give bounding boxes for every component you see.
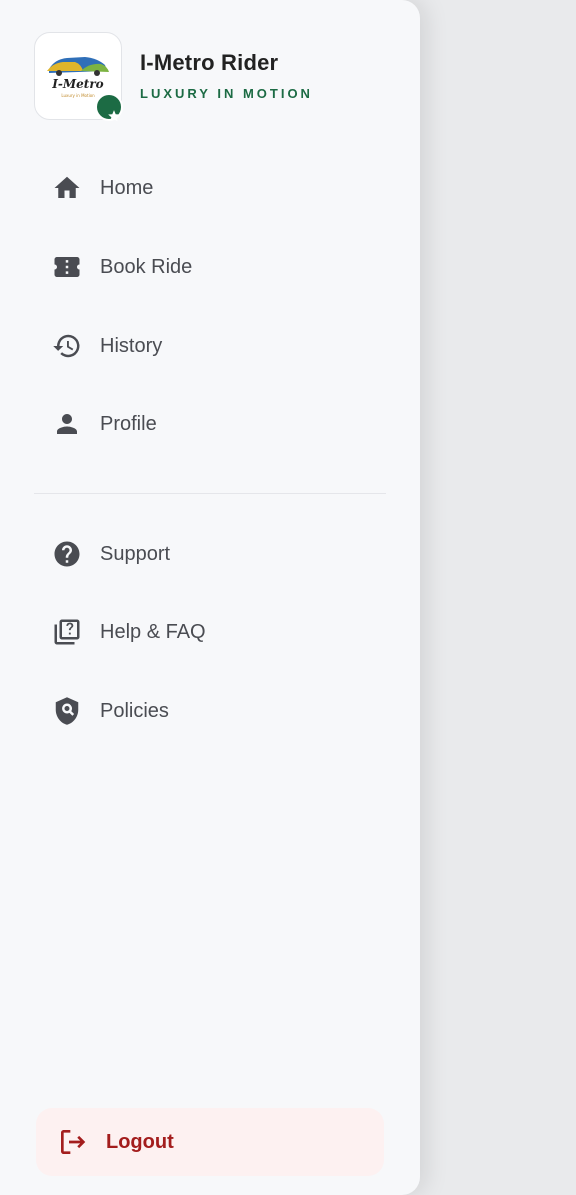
nav-item-history[interactable]: History xyxy=(50,326,162,366)
navigation-drawer: I-Metro Luxury in Motion I-Metro Rider L… xyxy=(0,0,420,1195)
nav-item-support[interactable]: Support xyxy=(50,534,170,574)
nav-item-policies[interactable]: Policies xyxy=(50,691,169,731)
nav-label: Home xyxy=(100,176,154,199)
logout-label: Logout xyxy=(106,1130,174,1153)
logout-icon xyxy=(56,1125,90,1159)
ticket-icon xyxy=(50,250,84,284)
brand-block: I-Metro Rider LUXURY IN MOTION xyxy=(140,50,313,101)
nav-item-home[interactable]: Home xyxy=(50,168,153,208)
nav-label: Support xyxy=(100,542,171,565)
nav-item-profile[interactable]: Profile xyxy=(50,404,157,444)
nav-divider xyxy=(34,493,386,494)
svg-text:Luxury in Motion: Luxury in Motion xyxy=(61,93,95,98)
quiz-icon xyxy=(50,615,84,649)
app-tagline: LUXURY IN MOTION xyxy=(140,86,313,101)
nav-item-book-ride[interactable]: Book Ride xyxy=(50,247,192,287)
help-circle-icon xyxy=(50,537,84,571)
star-badge-icon xyxy=(95,93,123,122)
nav-item-help-faq[interactable]: Help & FAQ xyxy=(50,612,206,652)
nav-label: Profile xyxy=(100,412,157,435)
app-logo: I-Metro Luxury in Motion xyxy=(34,32,123,122)
person-icon xyxy=(50,407,84,441)
shield-search-icon xyxy=(50,694,84,728)
svg-text:I-Metro: I-Metro xyxy=(51,77,103,91)
drawer-header: I-Metro Luxury in Motion I-Metro Rider L… xyxy=(34,32,313,122)
nav-label: Policies xyxy=(100,699,169,722)
app-title: I-Metro Rider xyxy=(140,50,279,75)
home-icon xyxy=(50,171,84,205)
nav-label: History xyxy=(100,334,163,357)
logout-button[interactable]: Logout xyxy=(36,1108,384,1176)
history-icon xyxy=(50,329,84,363)
nav-label: Help & FAQ xyxy=(100,620,206,643)
nav-label: Book Ride xyxy=(100,255,193,278)
